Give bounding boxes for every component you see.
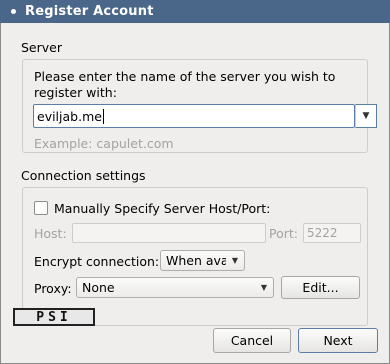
server-section-label: Server	[21, 40, 62, 55]
server-prompt-line1: Please enter the name of the server you …	[34, 69, 336, 84]
connection-section-label: Connection settings	[21, 168, 146, 183]
server-prompt: Please enter the name of the server you …	[34, 69, 335, 101]
chevron-down-icon: ▼	[362, 111, 370, 121]
port-label: Port:	[269, 226, 298, 241]
server-input[interactable]: eviljab.me	[33, 104, 355, 128]
proxy-select[interactable]: None ▼	[76, 277, 274, 298]
server-example-hint: Example: capulet.com	[34, 136, 174, 151]
cancel-button-label: Cancel	[230, 333, 274, 348]
psi-logo: PSI	[13, 308, 95, 326]
text-cursor	[102, 108, 104, 124]
proxy-select-value: None	[82, 280, 115, 295]
host-label: Host:	[34, 226, 67, 241]
connection-groupbox: Manually Specify Server Host/Port: Host:…	[22, 187, 368, 326]
server-groupbox: Please enter the name of the server you …	[22, 59, 377, 153]
chevron-down-icon: ▼	[231, 256, 238, 265]
title-bar[interactable]: Register Account	[0, 0, 390, 23]
encrypt-select[interactable]: When ava ▼	[160, 250, 245, 271]
host-input[interactable]	[72, 223, 266, 243]
proxy-label: Proxy:	[34, 281, 72, 296]
chevron-down-icon: ▼	[260, 283, 267, 292]
port-input[interactable]: 5222	[303, 223, 361, 243]
window-menu-icon[interactable]	[11, 9, 16, 14]
encrypt-label: Encrypt connection:	[34, 254, 160, 269]
server-input-value: eviljab.me	[37, 108, 102, 124]
cancel-button[interactable]: Cancel	[213, 328, 291, 353]
manual-host-checkbox[interactable]	[34, 201, 48, 215]
register-account-dialog: Server Please enter the name of the serv…	[0, 23, 390, 364]
window-title: Register Account	[25, 4, 154, 19]
proxy-edit-button[interactable]: Edit...	[281, 276, 360, 299]
manual-host-label[interactable]: Manually Specify Server Host/Port:	[54, 201, 270, 216]
server-dropdown-button[interactable]: ▼	[355, 104, 377, 128]
next-button[interactable]: Next	[298, 328, 378, 353]
server-prompt-line2: register with:	[34, 85, 117, 100]
next-button-label: Next	[323, 333, 353, 348]
encrypt-select-value: When ava	[166, 253, 226, 268]
